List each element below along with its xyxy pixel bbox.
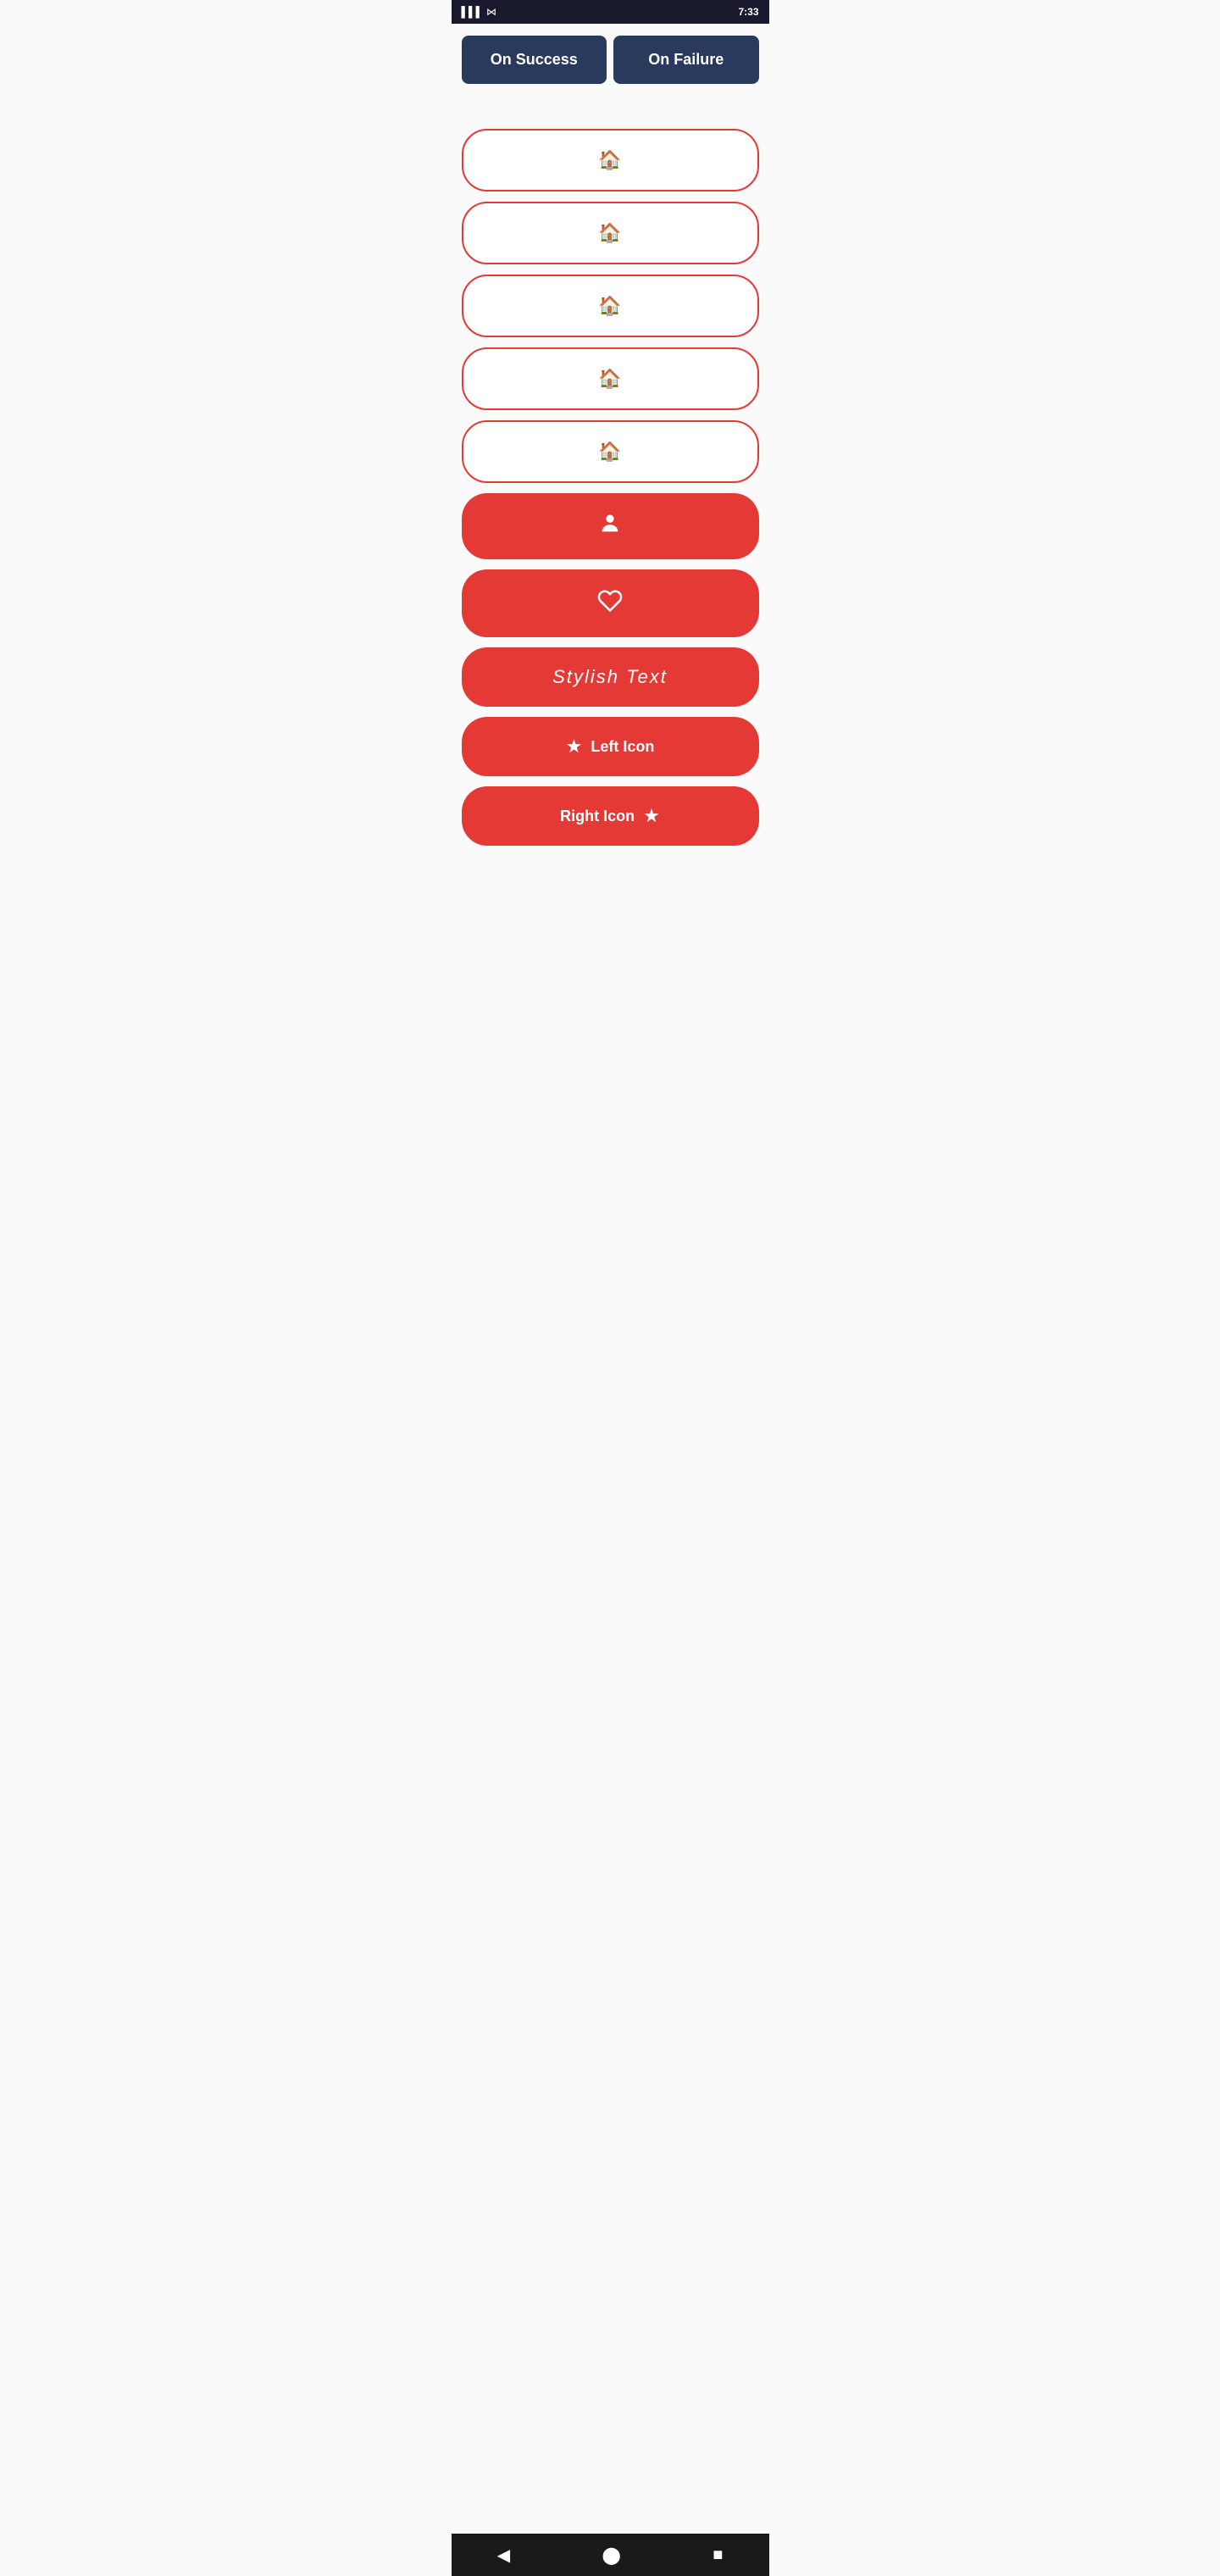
watermark-text: . . . . . . . . . . . (560, 97, 660, 110)
status-bar-left: ▌▌▌ ⋈ (462, 6, 497, 18)
back-nav-icon[interactable]: ◀ (497, 2545, 510, 2566)
outline-home-button-5[interactable]: 🏠 (462, 420, 759, 483)
page-content: On Success On Failure . . . . . . . . . … (452, 24, 769, 913)
home-icon-1: 🏠 (598, 149, 621, 171)
home-icon-2: 🏠 (598, 222, 621, 244)
star-icon-left: ★ (566, 736, 583, 758)
home-icon-4: 🏠 (598, 368, 621, 390)
left-icon-label: Left Icon (591, 738, 654, 756)
outline-home-button-4[interactable]: 🏠 (462, 347, 759, 410)
person-icon (598, 512, 622, 541)
outline-home-button-3[interactable]: 🏠 (462, 275, 759, 337)
star-icon-right: ★ (643, 805, 660, 827)
on-success-button[interactable]: On Success (462, 36, 607, 84)
stylish-text-label: Stylish Text (552, 666, 668, 688)
right-icon-button[interactable]: Right Icon ★ (462, 786, 759, 846)
wifi-icon: ⋈ (486, 6, 496, 18)
top-buttons-row: On Success On Failure (452, 24, 769, 92)
filled-heart-button[interactable] (462, 569, 759, 637)
outline-home-button-2[interactable]: 🏠 (462, 202, 759, 264)
status-bar-right: 7:33 (738, 6, 758, 18)
on-failure-button[interactable]: On Failure (613, 36, 759, 84)
home-icon-3: 🏠 (598, 295, 621, 317)
nav-bar: ◀ ⬤ ■ (452, 2534, 769, 2576)
recent-nav-icon[interactable]: ■ (713, 2545, 723, 2565)
time-display: 7:33 (738, 6, 758, 18)
right-icon-label: Right Icon (560, 808, 635, 825)
outline-home-button-1[interactable]: 🏠 (462, 129, 759, 192)
home-nav-icon[interactable]: ⬤ (602, 2545, 620, 2566)
watermark-area: . . . . . . . . . . . (452, 92, 769, 112)
filled-person-button[interactable] (462, 493, 759, 559)
home-icon-5: 🏠 (598, 441, 621, 463)
heart-icon (597, 588, 623, 619)
status-bar: ▌▌▌ ⋈ 7:33 (452, 0, 769, 24)
stylish-text-button[interactable]: Stylish Text (462, 647, 759, 707)
left-icon-button[interactable]: ★ Left Icon (462, 717, 759, 776)
signal-icon: ▌▌▌ (462, 6, 484, 18)
buttons-section: 🏠 🏠 🏠 🏠 🏠 (452, 129, 769, 863)
